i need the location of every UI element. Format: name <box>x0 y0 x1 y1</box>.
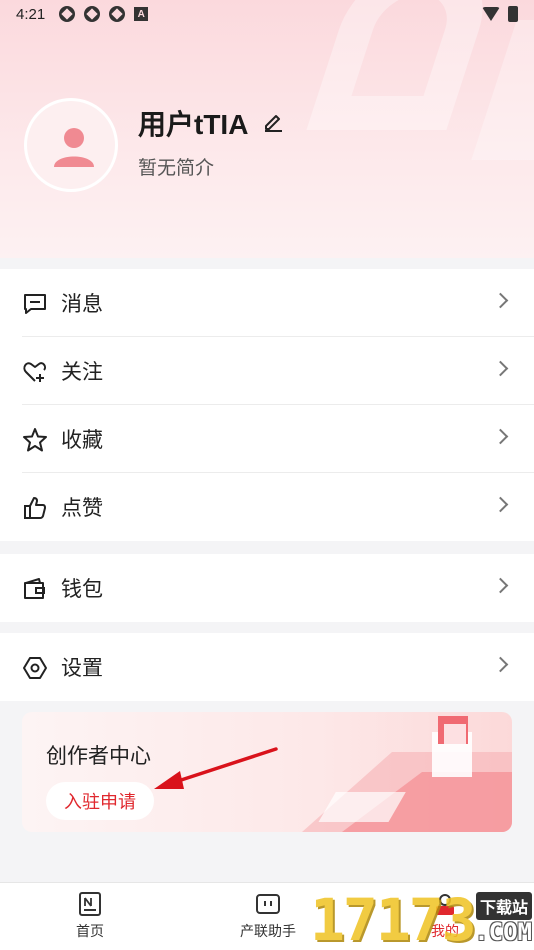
menu-item-label: 消息 <box>61 293 103 316</box>
news-icon <box>79 892 101 916</box>
chevron-right-icon <box>492 656 509 673</box>
username: 用户tTIA <box>138 109 249 140</box>
edit-icon[interactable] <box>262 110 284 132</box>
menu-group-wallet: 钱包 <box>0 554 534 622</box>
chevron-right-icon <box>492 360 509 377</box>
watermark-badge: 下载站 <box>475 892 532 920</box>
menu-item-settings[interactable]: 设置 <box>0 633 534 701</box>
tab-assistant[interactable]: 产联助手 <box>230 891 306 941</box>
thumbs-up-icon <box>24 497 46 519</box>
watermark-suffix: .COM <box>474 918 532 946</box>
menu-item-wallet[interactable]: 钱包 <box>0 554 534 622</box>
chevron-right-icon <box>492 577 509 594</box>
wifi-icon <box>482 7 500 21</box>
settings-icon <box>23 657 47 679</box>
notification-icon <box>84 6 101 22</box>
bio-text: 暂无简介 <box>138 158 215 179</box>
tab-home[interactable]: 首页 <box>62 891 118 941</box>
user-icon <box>54 128 94 167</box>
status-time: 4:21 <box>16 5 46 23</box>
wallet-icon <box>24 578 45 599</box>
chevron-right-icon <box>492 428 509 445</box>
menu-item-likes[interactable]: 点赞 <box>0 473 534 541</box>
apply-button[interactable]: 入驻申请 <box>46 782 154 820</box>
site-watermark: 17173 下载站 .COM <box>310 886 534 950</box>
tab-label: 产联助手 <box>240 923 296 939</box>
menu-item-label: 钱包 <box>61 578 103 601</box>
chevron-right-icon <box>492 496 509 513</box>
assistant-icon <box>256 894 280 914</box>
menu-item-follow[interactable]: 关注 <box>0 337 534 405</box>
notification-icon <box>109 6 126 22</box>
menu-group-settings: 设置 <box>0 633 534 701</box>
menu-item-label: 设置 <box>61 657 103 680</box>
menu-item-favorites[interactable]: 收藏 <box>0 405 534 473</box>
menu-item-label: 关注 <box>61 361 103 384</box>
heart-plus-icon <box>23 362 47 382</box>
menu-item-messages[interactable]: 消息 <box>0 269 534 337</box>
menu-item-label: 收藏 <box>61 429 103 452</box>
header-decoration-bar <box>471 20 534 160</box>
avatar[interactable] <box>24 98 118 192</box>
watermark-digits: 17173 <box>310 886 477 950</box>
notification-icon <box>59 6 76 22</box>
message-icon <box>24 294 46 314</box>
status-bar: 4:21 A <box>0 0 534 28</box>
creator-center-title: 创作者中心 <box>46 745 151 768</box>
chevron-right-icon <box>492 292 509 309</box>
menu-group-social: 消息 关注 收藏 点赞 <box>0 269 534 541</box>
tab-label: 首页 <box>76 923 104 939</box>
menu-item-label: 点赞 <box>61 497 103 520</box>
annotation-arrow-icon <box>154 747 278 789</box>
app-notification-icon: A <box>134 7 149 21</box>
creator-illustration-icon <box>302 716 512 832</box>
star-icon <box>23 428 47 452</box>
battery-icon <box>508 6 518 22</box>
